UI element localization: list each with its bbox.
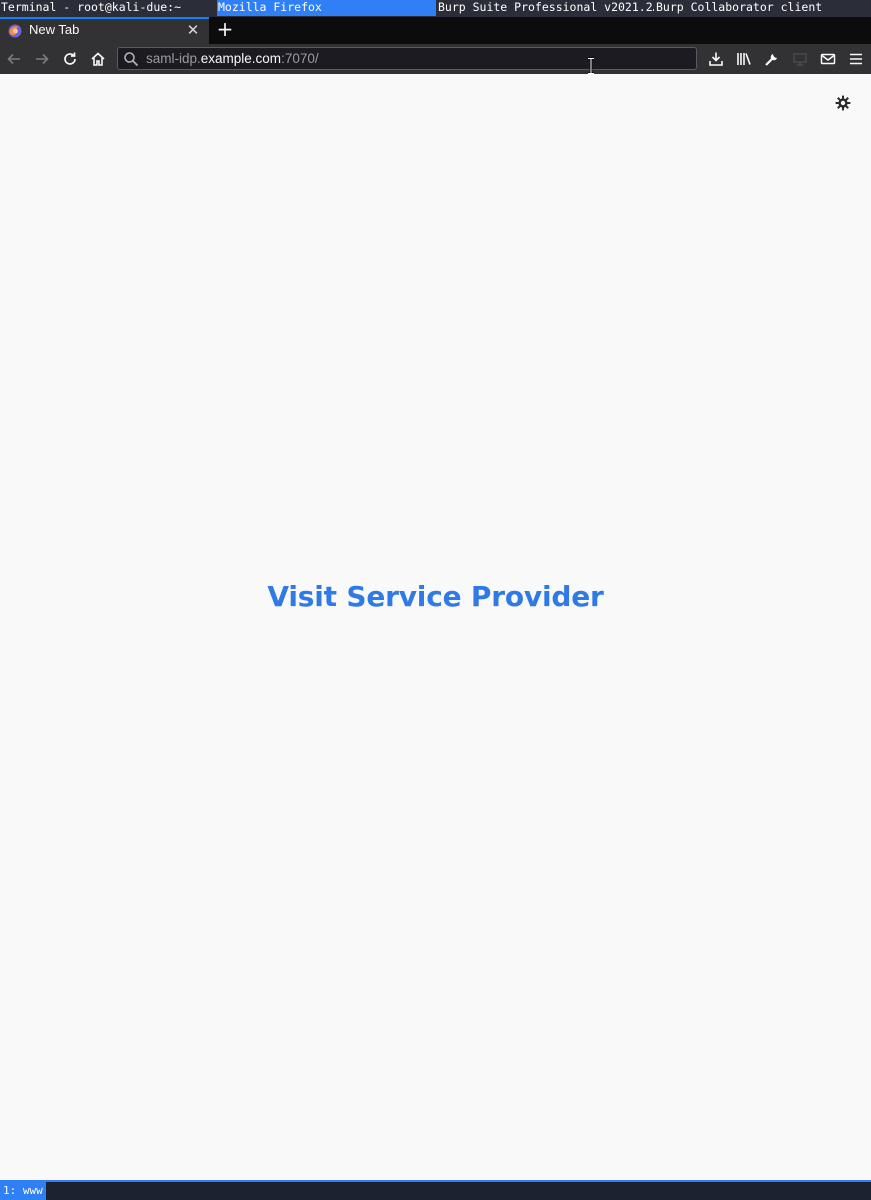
gear-icon[interactable]: [835, 95, 851, 111]
tab-title: New Tab: [29, 22, 80, 37]
url-text[interactable]: saml-idp.example.com:7070/: [146, 51, 319, 66]
library-button[interactable]: [733, 48, 755, 70]
navigation-toolbar: saml-idp.example.com:7070/: [0, 44, 871, 74]
page-content: Visit Service Provider: [0, 74, 871, 1181]
mail-button[interactable]: [817, 48, 839, 70]
reload-icon: [64, 52, 76, 65]
developer-tools-button[interactable]: [761, 48, 783, 70]
workspace-status-bar: 1: www: [0, 1180, 871, 1200]
taskbar-item-burp-collaborator[interactable]: Burp Collaborator client: [655, 0, 871, 16]
library-icon: [737, 53, 751, 65]
wrench-icon: [765, 54, 777, 66]
new-tab-button[interactable]: +: [214, 18, 236, 42]
hamburger-menu-icon: [850, 53, 862, 65]
url-subdomain: saml-idp.: [146, 51, 201, 66]
forward-arrow-icon: [36, 53, 49, 65]
firefox-icon: [8, 24, 22, 38]
download-tray-icon: [709, 52, 723, 66]
back-button[interactable]: [3, 48, 25, 70]
url-port-path: :7070/: [281, 51, 319, 66]
url-host: example.com: [200, 51, 282, 66]
taskbar-item-terminal[interactable]: Terminal - root@kali-due:~: [0, 0, 215, 16]
search-icon: [124, 52, 139, 67]
save-to-pocket-button[interactable]: [705, 48, 727, 70]
screen-button: [789, 48, 811, 70]
envelope-icon: [820, 53, 836, 65]
taskbar-item-firefox[interactable]: Mozilla Firefox: [217, 0, 436, 16]
close-tab-icon[interactable]: ✕: [186, 22, 200, 38]
back-arrow-icon: [7, 53, 20, 65]
open-menu-button[interactable]: [845, 48, 867, 70]
home-button[interactable]: [87, 48, 109, 70]
window-manager-taskbar: Terminal - root@kali-due:~ Mozilla Firef…: [0, 0, 871, 17]
url-bar[interactable]: saml-idp.example.com:7070/: [117, 47, 697, 70]
text-cursor-icon: [588, 57, 594, 75]
forward-button[interactable]: [31, 48, 53, 70]
home-icon: [91, 52, 105, 66]
reload-button[interactable]: [59, 48, 81, 70]
taskbar-item-burp-suite[interactable]: Burp Suite Professional v2021.2…: [437, 0, 654, 16]
workspace-tag[interactable]: 1: www: [0, 1182, 46, 1200]
monitor-icon: [793, 53, 807, 66]
tab-new-tab[interactable]: New Tab ✕: [0, 17, 209, 44]
visit-service-provider-link[interactable]: Visit Service Provider: [0, 580, 871, 613]
tab-strip: New Tab ✕ +: [0, 17, 871, 44]
